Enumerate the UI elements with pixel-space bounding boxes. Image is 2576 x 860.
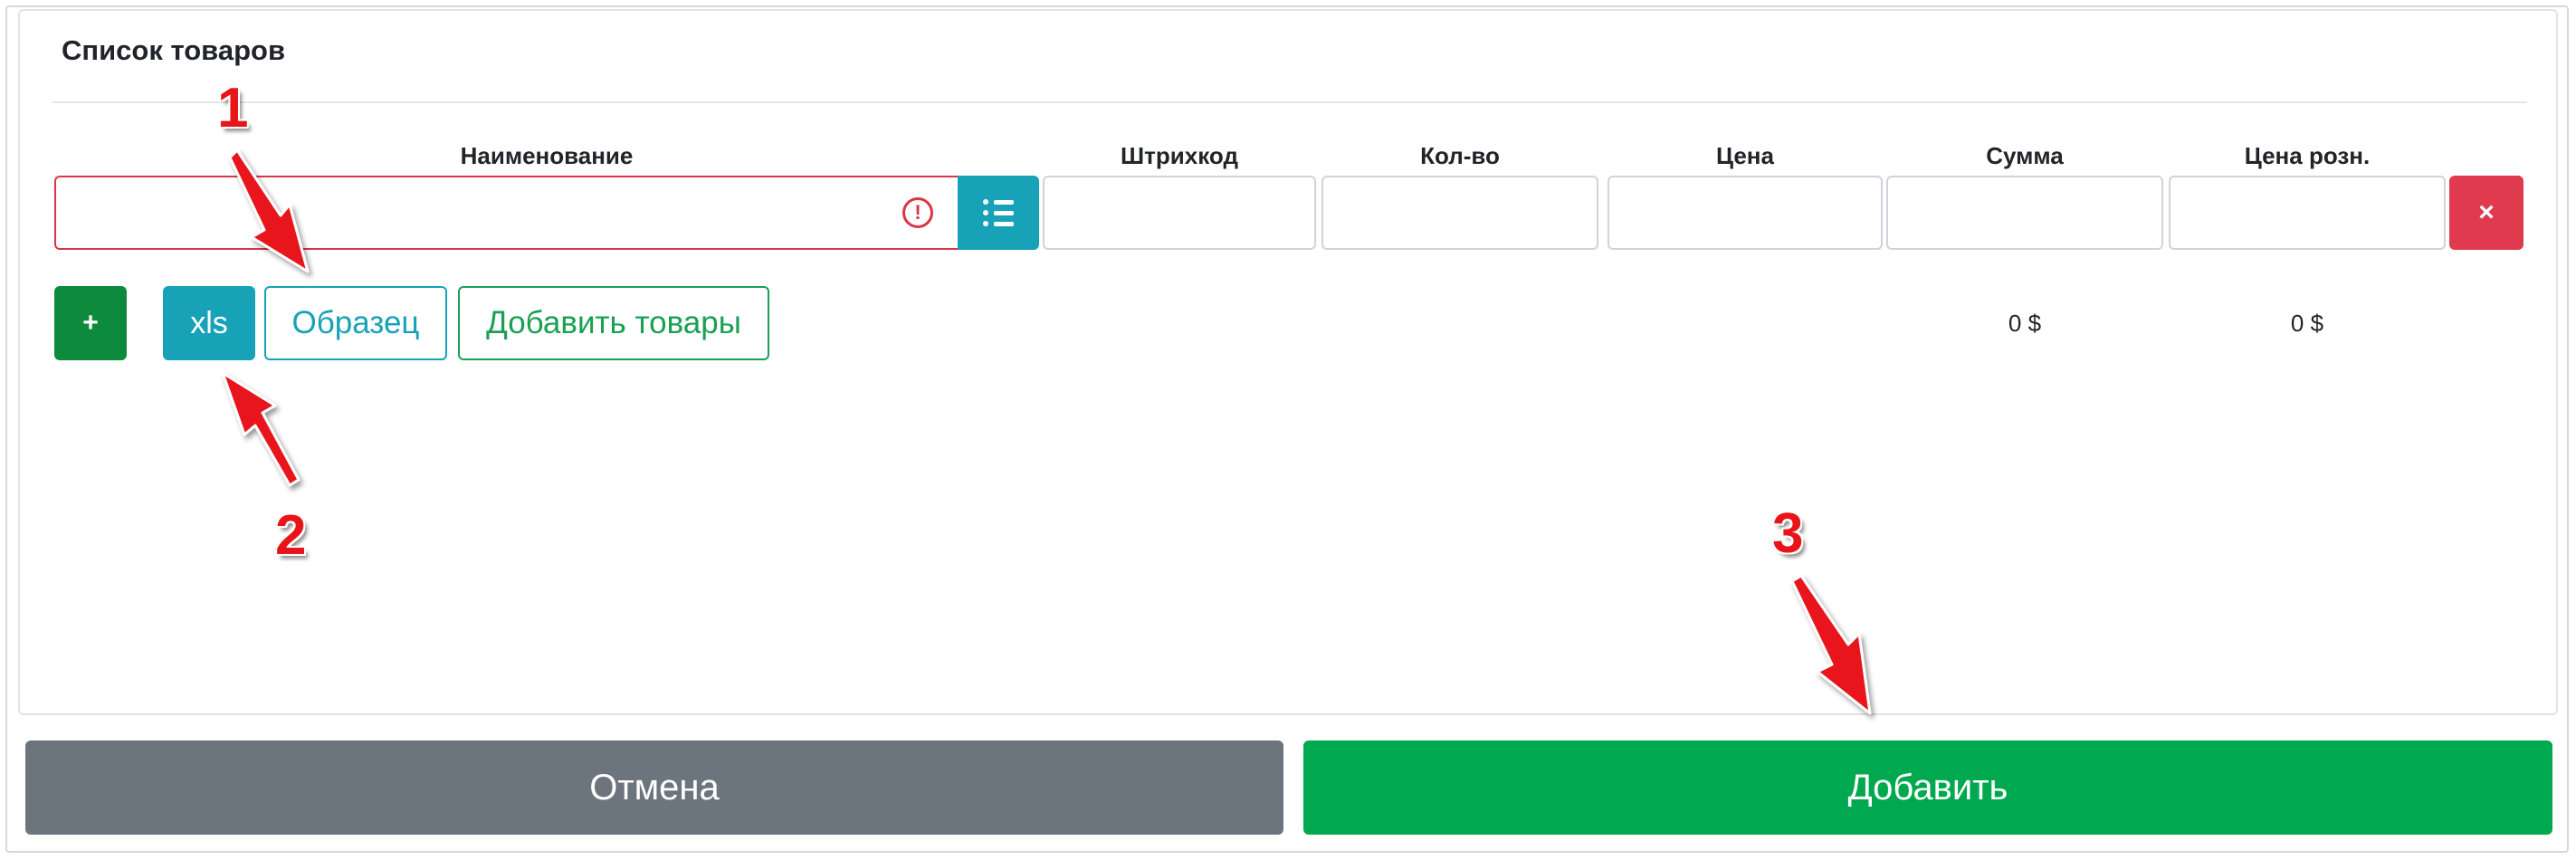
column-header-retail-price: Цена розн. bbox=[2244, 142, 2371, 169]
retail-price-input[interactable] bbox=[2169, 176, 2446, 250]
product-name-input[interactable] bbox=[54, 176, 958, 250]
sum-input[interactable] bbox=[1886, 176, 2163, 250]
price-input[interactable] bbox=[1608, 176, 1883, 250]
add-goods-button[interactable]: Добавить товары bbox=[458, 286, 769, 360]
delete-row-button[interactable]: × bbox=[2449, 176, 2524, 250]
title-divider bbox=[52, 101, 2527, 103]
add-row-button[interactable]: + bbox=[54, 286, 127, 360]
callout-2: 2 bbox=[275, 504, 307, 567]
cancel-button[interactable]: Отмена bbox=[25, 741, 1283, 835]
column-header-barcode: Штрихкод bbox=[1121, 142, 1238, 169]
submit-add-button[interactable]: Добавить bbox=[1303, 741, 2552, 835]
xls-upload-button[interactable]: xls bbox=[163, 286, 255, 360]
card-title: Список товаров bbox=[62, 34, 286, 66]
retail-total: 0 $ bbox=[2290, 310, 2324, 337]
quantity-input[interactable] bbox=[1321, 176, 1598, 250]
column-header-price: Цена bbox=[1716, 142, 1774, 169]
barcode-input[interactable] bbox=[1043, 176, 1316, 250]
sum-total: 0 $ bbox=[2008, 310, 2042, 337]
goods-list-card bbox=[18, 9, 2558, 715]
product-list-button[interactable] bbox=[958, 176, 1039, 250]
callout-3: 3 bbox=[1772, 502, 1804, 565]
column-header-name: Наименование bbox=[460, 142, 634, 169]
error-icon: ! bbox=[902, 197, 933, 228]
sample-button[interactable]: Образец bbox=[264, 286, 447, 360]
callout-1: 1 bbox=[217, 77, 249, 139]
column-header-qty: Кол-во bbox=[1420, 142, 1500, 169]
column-header-sum: Сумма bbox=[1986, 142, 2064, 169]
